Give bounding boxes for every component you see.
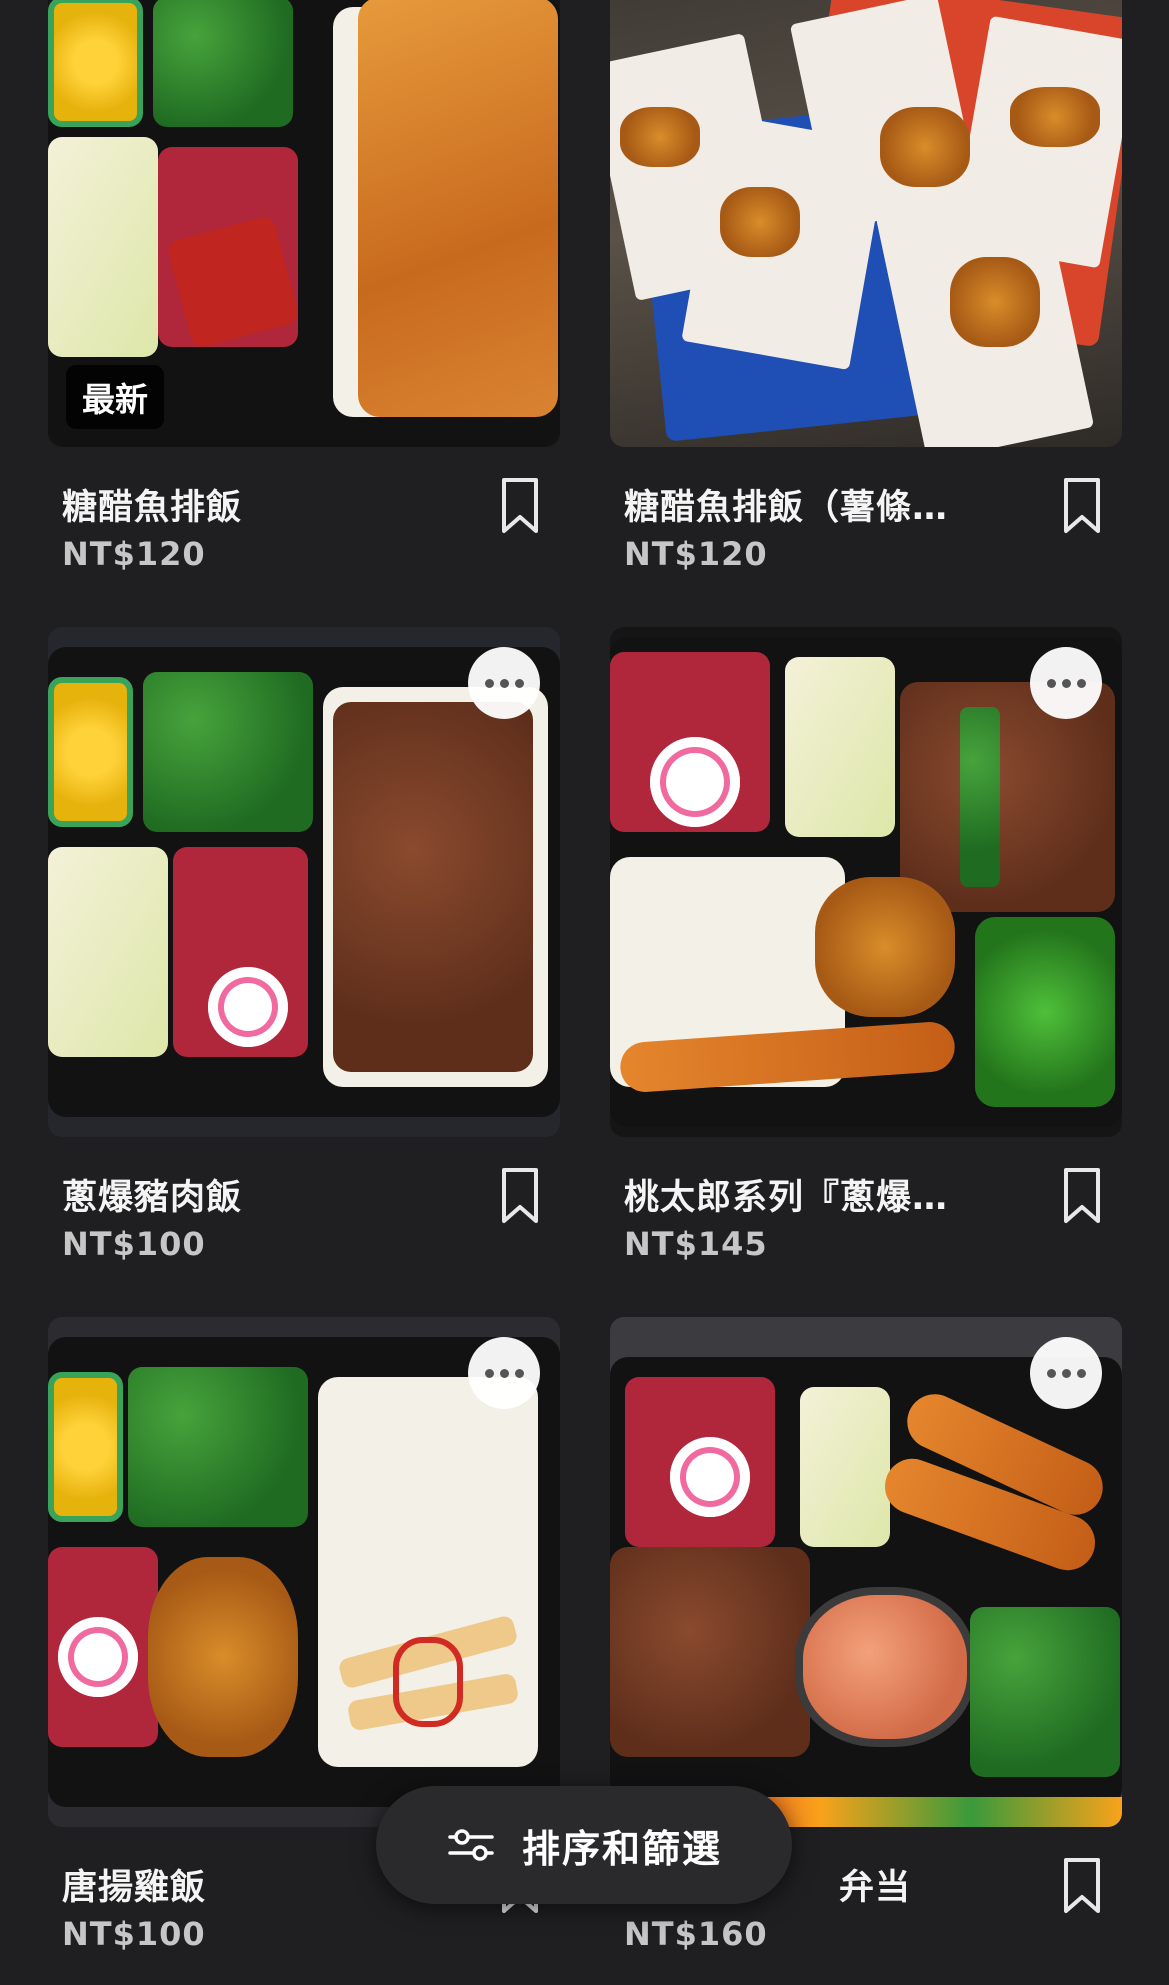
new-badge: 最新: [66, 365, 164, 429]
product-image[interactable]: [610, 1317, 1122, 1827]
product-card[interactable]: 蔥爆豬肉飯 NT$100: [48, 627, 560, 1317]
product-price: NT$145: [624, 1225, 768, 1263]
more-options-icon[interactable]: [468, 647, 540, 719]
product-name: 桃太郎系列『蔥爆…: [624, 1178, 949, 1218]
product-grid-page: 最新 糖醋魚排飯 NT$120 糖醋魚排飯（薯條… NT$120 蔥爆豬肉飯 N…: [0, 0, 1169, 1985]
product-image[interactable]: [610, 0, 1122, 447]
product-image[interactable]: [48, 1317, 560, 1827]
product-card[interactable]: 最新 糖醋魚排飯 NT$120: [48, 0, 560, 627]
more-options-icon[interactable]: [1030, 1337, 1102, 1409]
product-image[interactable]: [610, 627, 1122, 1137]
product-image[interactable]: [48, 627, 560, 1137]
bookmark-icon[interactable]: [1062, 1167, 1102, 1225]
product-grid: 最新 糖醋魚排飯 NT$120 糖醋魚排飯（薯條… NT$120 蔥爆豬肉飯 N…: [48, 0, 1122, 1985]
product-price: NT$160: [624, 1915, 768, 1953]
more-options-icon[interactable]: [1030, 647, 1102, 719]
product-card[interactable]: 糖醋魚排飯（薯條… NT$120: [610, 0, 1122, 627]
product-info: 蔥爆豬肉飯 NT$100: [48, 1159, 560, 1279]
sort-filter-button[interactable]: 排序和篩選: [376, 1786, 792, 1904]
product-name: 糖醋魚排飯（薯條…: [624, 488, 949, 528]
product-info: 糖醋魚排飯（薯條… NT$120: [610, 469, 1122, 589]
product-price: NT$120: [62, 535, 206, 573]
product-price: NT$100: [62, 1225, 206, 1263]
bookmark-icon[interactable]: [500, 477, 540, 535]
product-name: 糖醋魚排飯: [62, 488, 243, 528]
product-name: 蔥爆豬肉飯: [62, 1178, 243, 1218]
sliders-icon: [448, 1829, 494, 1861]
product-card[interactable]: 桃太郎系列『蔥爆… NT$145: [610, 627, 1122, 1317]
sort-filter-label: 排序和篩選: [521, 1826, 722, 1871]
product-price: NT$100: [62, 1915, 206, 1953]
product-info: 糖醋魚排飯 NT$120: [48, 469, 560, 589]
bookmark-icon[interactable]: [1062, 1857, 1102, 1915]
bookmark-icon[interactable]: [500, 1167, 540, 1225]
product-image[interactable]: 最新: [48, 0, 560, 447]
product-price: NT$120: [624, 535, 768, 573]
bookmark-icon[interactable]: [1062, 477, 1102, 535]
more-options-icon[interactable]: [468, 1337, 540, 1409]
product-info: 桃太郎系列『蔥爆… NT$145: [610, 1159, 1122, 1279]
